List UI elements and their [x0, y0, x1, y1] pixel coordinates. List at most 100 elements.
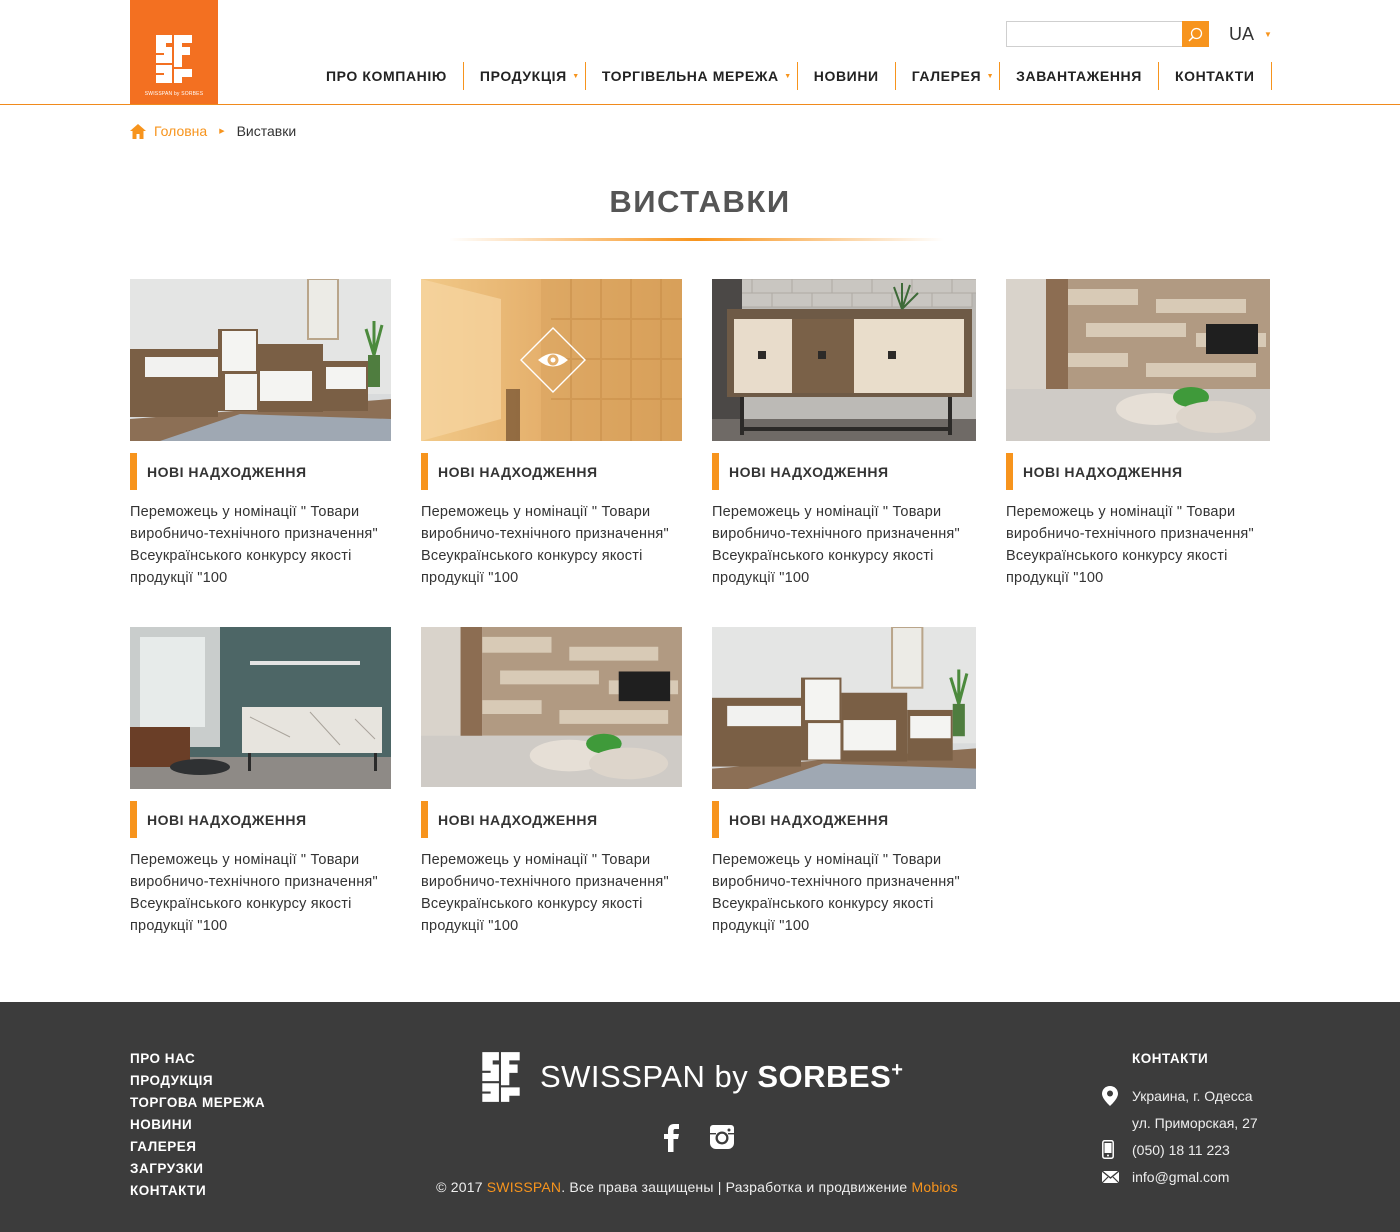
white-sideboard-room-image: [712, 627, 976, 789]
breadcrumb-home-link[interactable]: Головна: [154, 123, 207, 139]
copyright-prefix: © 2017: [436, 1179, 487, 1195]
address-line-1: Украина, г. Одесса: [1132, 1087, 1253, 1104]
wood-panel-living-room-image: [1006, 279, 1270, 441]
search-box: [1006, 21, 1209, 47]
breadcrumb-current: Виставки: [236, 123, 297, 139]
site-footer: ПРО НАС ПРОДУКЦІЯ ТОРГОВА МЕРЕЖА НОВИНИ …: [0, 1002, 1400, 1232]
page-title: ВИСТАВКИ: [609, 184, 791, 219]
exhibition-card[interactable]: НОВІ НАДХОДЖЕННЯ Переможець у номінації …: [130, 627, 391, 937]
nav-item-news[interactable]: НОВИНИ: [798, 62, 896, 90]
card-image[interactable]: [712, 279, 976, 441]
footer-link-about[interactable]: ПРО НАС: [130, 1048, 265, 1070]
brick-wall-sideboard-image: [712, 279, 976, 441]
nav-label: ГАЛЕРЕЯ: [911, 68, 982, 84]
card-description: Переможець у номінації " Товари виробнич…: [130, 504, 378, 586]
nav-label: ТОРГІВЕЛЬНА МЕРЕЖА: [601, 68, 779, 84]
contacts-heading: КОНТАКТИ: [1132, 1051, 1209, 1066]
card-category: НОВІ НАДХОДЖЕННЯ: [130, 801, 391, 838]
site-header: SWISSPAN by SORBES UA ▼ ПРО КОМПАНІЮ ПРО…: [0, 0, 1400, 105]
breadcrumb: Головна ▶ Виставки: [130, 123, 296, 139]
footer-logo[interactable]: SWISSPAN by SORBES+: [478, 1050, 903, 1104]
email-row: info@gmal.com: [1102, 1163, 1258, 1190]
nav-item-about[interactable]: ПРО КОМПАНІЮ: [310, 62, 464, 90]
card-image[interactable]: [130, 627, 391, 789]
address-row-2: ул. Приморская, 27: [1102, 1109, 1258, 1136]
footer-link-gallery[interactable]: ГАЛЕРЕЯ: [130, 1136, 265, 1158]
card-description: Переможець у номінації " Товари виробнич…: [1006, 504, 1254, 586]
card-category: НОВІ НАДХОДЖЕННЯ: [712, 453, 976, 490]
card-image[interactable]: [1006, 279, 1270, 441]
footer-link-news[interactable]: НОВИНИ: [130, 1114, 265, 1136]
card-description: Переможець у номінації " Товари виробнич…: [421, 852, 669, 934]
exhibition-card[interactable]: НОВІ НАДХОДЖЕННЯ Переможець у номінації …: [421, 279, 682, 589]
address-row: Украина, г. Одесса: [1102, 1082, 1258, 1109]
card-category: НОВІ НАДХОДЖЕННЯ: [712, 801, 976, 838]
copyright-text: . Все права защищены | Разработка и прод…: [561, 1179, 912, 1195]
developer-link[interactable]: Mobios: [912, 1179, 958, 1195]
search-icon: [1188, 27, 1203, 42]
nav-label: ЗАВАНТАЖЕННЯ: [1016, 68, 1142, 84]
nav-item-products[interactable]: ПРОДУКЦІЯ ▼: [464, 62, 586, 90]
site-logo[interactable]: SWISSPAN by SORBES: [130, 0, 218, 104]
address-line-2: ул. Приморская, 27: [1132, 1114, 1258, 1131]
card-category: НОВІ НАДХОДЖЕННЯ: [130, 453, 391, 490]
card-category: НОВІ НАДХОДЖЕННЯ: [1006, 453, 1270, 490]
footer-link-products[interactable]: ПРОДУКЦІЯ: [130, 1070, 265, 1092]
card-image[interactable]: [712, 627, 976, 789]
phone-link[interactable]: (050) 18 11 223: [1132, 1142, 1230, 1158]
email-link[interactable]: info@gmal.com: [1132, 1169, 1229, 1185]
copyright-brand-link[interactable]: SWISSPAN: [487, 1179, 561, 1195]
brand-plus: +: [891, 1059, 904, 1081]
card-description: Переможець у номінації " Товари виробнич…: [130, 852, 378, 934]
exhibition-card[interactable]: НОВІ НАДХОДЖЕННЯ Переможець у номінації …: [1006, 279, 1270, 589]
exhibition-card[interactable]: НОВІ НАДХОДЖЕННЯ Переможець у номінації …: [130, 279, 391, 589]
mail-icon: [1102, 1170, 1119, 1183]
nav-item-retail-network[interactable]: ТОРГІВЕЛЬНА МЕРЕЖА ▼: [586, 62, 798, 90]
title-underline: [449, 238, 944, 241]
footer-link-retail[interactable]: ТОРГОВА МЕРЕЖА: [130, 1092, 265, 1114]
chevron-down-icon: ▼: [784, 73, 792, 80]
location-pin-icon: [1102, 1085, 1118, 1106]
card-description: Переможець у номінації " Товари виробнич…: [712, 852, 960, 934]
logo-caption: SWISSPAN by SORBES: [144, 91, 204, 97]
card-description: Переможець у номінації " Товари виробнич…: [712, 504, 960, 586]
logo-mark-icon: [482, 1052, 520, 1102]
phone-row: (050) 18 11 223: [1102, 1136, 1258, 1163]
card-description: Переможець у номінації " Товари виробнич…: [421, 504, 669, 586]
card-image[interactable]: [421, 627, 682, 789]
social-links: [663, 1124, 735, 1152]
phone-icon: [1102, 1140, 1114, 1159]
nav-item-gallery[interactable]: ГАЛЕРЕЯ ▼: [896, 62, 1001, 90]
brand-bold: SORBES: [757, 1059, 892, 1094]
exhibition-card[interactable]: НОВІ НАДХОДЖЕННЯ Переможець у номінації …: [712, 279, 976, 589]
nav-label: КОНТАКТИ: [1174, 68, 1255, 84]
brand-name: SWISSPAN by: [540, 1059, 749, 1094]
eye-icon[interactable]: [520, 327, 586, 393]
white-sideboard-room-image: [130, 279, 391, 441]
card-category: НОВІ НАДХОДЖЕННЯ: [421, 453, 682, 490]
chevron-down-icon: ▼: [572, 73, 580, 80]
facebook-icon[interactable]: [663, 1124, 681, 1152]
breadcrumb-separator-icon: ▶: [219, 128, 225, 135]
footer-brand-text: SWISSPAN by SORBES+: [540, 1059, 903, 1095]
card-image[interactable]: [421, 279, 682, 441]
logo-mark-icon: [156, 35, 192, 83]
nav-item-contacts[interactable]: КОНТАКТИ: [1159, 62, 1272, 90]
chevron-down-icon: ▼: [1264, 30, 1272, 39]
card-image[interactable]: [130, 279, 391, 441]
search-input[interactable]: [1006, 21, 1183, 47]
language-label: UA: [1229, 24, 1255, 44]
nav-item-downloads[interactable]: ЗАВАНТАЖЕННЯ: [1000, 62, 1159, 90]
footer-contacts: КОНТАКТИ Украина, г. Одесса ул. Приморск…: [1102, 1048, 1258, 1190]
home-icon[interactable]: [130, 123, 146, 139]
footer-link-downloads[interactable]: ЗАГРУЗКИ: [130, 1158, 265, 1180]
language-selector[interactable]: UA ▼: [1229, 24, 1272, 45]
wood-panel-living-room-image: [421, 627, 682, 788]
instagram-icon[interactable]: [709, 1124, 735, 1150]
exhibition-card[interactable]: НОВІ НАДХОДЖЕННЯ Переможець у номінації …: [421, 627, 682, 937]
search-button[interactable]: [1182, 21, 1209, 47]
card-category: НОВІ НАДХОДЖЕННЯ: [421, 801, 682, 838]
exhibition-card[interactable]: НОВІ НАДХОДЖЕННЯ Переможець у номінації …: [712, 627, 976, 937]
marble-sideboard-teal-room-image: [130, 627, 391, 789]
main-nav: ПРО КОМПАНІЮ ПРОДУКЦІЯ ▼ ТОРГІВЕЛЬНА МЕРЕ…: [310, 62, 1272, 90]
